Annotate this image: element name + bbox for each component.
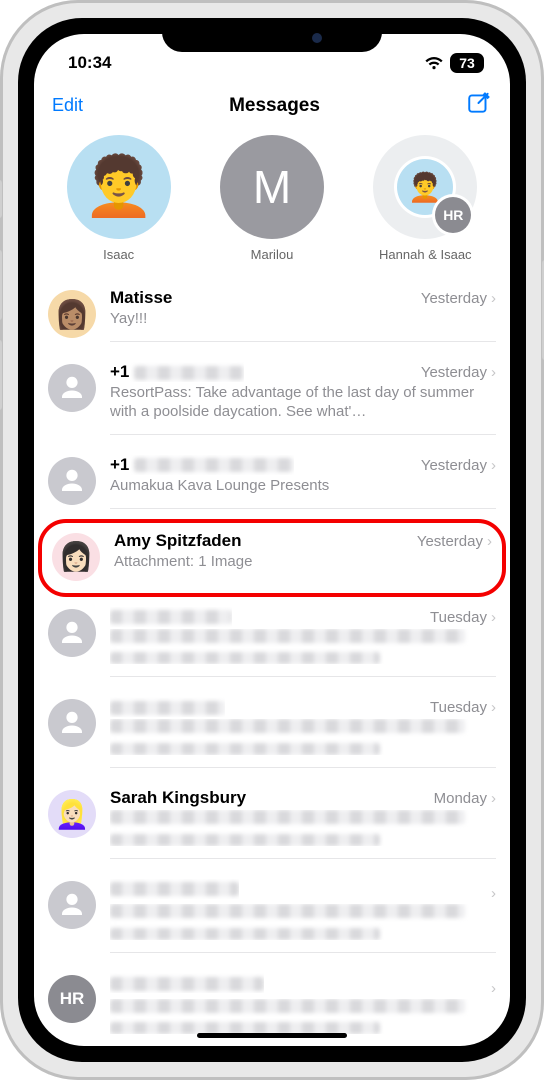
conversation-name: +1 [110,455,294,475]
conversation-preview [110,719,496,755]
chevron-right-icon: › [491,885,496,902]
conversation-avatar: HR [48,975,96,1023]
chevron-right-icon: › [491,457,496,474]
pinned-row: 🧑‍🦱 Isaac M Marilou 🧑‍🦱 HR Hannah & Isaa… [34,131,510,278]
pinned-avatar: 🧑‍🦱 [67,135,171,239]
battery-indicator: 73 [450,53,484,73]
conversation-preview [110,629,496,665]
conversation-preview [110,810,496,846]
status-time: 10:34 [68,53,111,73]
memoji-icon: 👩🏽 [55,298,90,331]
chevron-right-icon: › [491,980,496,997]
pinned-label: Isaac [103,247,134,262]
volume-up-button [0,250,2,320]
device-bezel: 10:34 73 Edit Messages [18,18,526,1062]
mute-switch [0,180,2,218]
chevron-right-icon: › [491,290,496,307]
pinned-contact-group[interactable]: 🧑‍🦱 HR Hannah & Isaac [355,135,495,262]
conversation-list[interactable]: 👩🏽 Matisse Yesterday› Yay!!! +1 Yesterday› Re… [34,278,510,1046]
conversation-time: Monday› [434,790,496,807]
conversation-content: Matisse Yesterday› Yay!!! [110,288,496,342]
conversation-name [110,607,232,627]
conversation-content: +1 Yesterday› Aumakua Kava Lounge Present… [110,455,496,509]
group-badge: HR [435,197,471,233]
pinned-label: Hannah & Isaac [379,247,472,262]
conversation-preview [110,904,496,940]
conversation-content: › [110,879,496,953]
chevron-right-icon: › [491,609,496,626]
pinned-avatar: M [220,135,324,239]
conversation-time: Tuesday› [430,699,496,716]
conversation-content: Tuesday› [110,607,496,678]
conversation-avatar [48,457,96,505]
pinned-contact-marilou[interactable]: M Marilou [202,135,342,262]
memoji-icon: 🧑‍🦱 [83,158,155,216]
conversation-name [110,879,239,899]
conversation-preview: Yay!!! [110,310,496,329]
chevron-right-icon: › [487,533,492,550]
conversation-name: Matisse [110,288,172,308]
conversation-name: Sarah Kingsbury [110,788,246,808]
memoji-icon: 👱🏻‍♀️ [55,798,90,831]
conversation-row[interactable]: +1 Yesterday› Aumakua Kava Lounge Present… [34,445,510,519]
home-indicator[interactable] [197,1033,347,1038]
conversation-preview: ResortPass: Take advantage of the last d… [110,384,496,422]
chevron-right-icon: › [491,364,496,381]
nav-header: Edit Messages [34,82,510,131]
conversation-name [110,697,225,717]
conversation-row[interactable]: Tuesday› [34,597,510,688]
conversation-time: Yesterday› [421,364,496,381]
conversation-content: Tuesday› [110,697,496,768]
pinned-avatar: 🧑‍🦱 HR [373,135,477,239]
conversation-time: Yesterday› [421,290,496,307]
pinned-initial: M [253,160,291,214]
conversation-name: Amy Spitzfaden [114,531,242,551]
page-title: Messages [229,95,320,117]
conversation-content: Amy Spitzfaden Yesterday› Attachment: 1 Im… [114,531,492,585]
conversation-row[interactable]: Tuesday› [34,687,510,778]
device-frame: 10:34 73 Edit Messages [0,0,544,1080]
notch [162,18,382,52]
conversation-content: +1 Yesterday› ResortPass: Take advantage … [110,362,496,435]
conversation-time: Tuesday› [430,609,496,626]
compose-button[interactable] [466,90,492,121]
conversation-row[interactable]: 👱🏻‍♀️ Sarah Kingsbury Monday› [34,778,510,869]
wifi-icon [424,56,444,71]
conversation-row[interactable]: › [34,869,510,963]
conversation-avatar [48,364,96,412]
pinned-label: Marilou [251,247,294,262]
conversation-row[interactable]: +1 Yesterday› ResortPass: Take advantage … [34,352,510,445]
conversation-avatar [48,609,96,657]
conversation-row[interactable]: 👩🏽 Matisse Yesterday› Yay!!! [34,278,510,352]
compose-icon [466,90,492,116]
conversation-name [110,973,264,993]
conversation-name: +1 [110,362,244,382]
conversation-content: Sarah Kingsbury Monday› [110,788,496,859]
chevron-right-icon: › [491,699,496,716]
conversation-avatar: 👩🏻 [52,533,100,581]
conversation-time: › [487,885,496,902]
conversation-preview: Attachment: 1 Image [114,553,492,572]
chevron-right-icon: › [491,790,496,807]
conversation-time: Yesterday› [421,457,496,474]
conversation-time: › [487,980,496,997]
edit-button[interactable]: Edit [52,95,83,116]
pinned-contact-isaac[interactable]: 🧑‍🦱 Isaac [49,135,189,262]
conversation-time: Yesterday› [417,533,492,550]
conversation-preview: Aumakua Kava Lounge Presents [110,477,496,496]
conversation-avatar [48,881,96,929]
conversation-avatar: 👱🏻‍♀️ [48,790,96,838]
conversation-preview [110,999,496,1035]
memoji-icon: 👩🏻 [59,540,94,573]
conversation-row[interactable]: 👩🏻 Amy Spitzfaden Yesterday› Attachment: 1 … [38,519,506,597]
screen: 10:34 73 Edit Messages [34,34,510,1046]
conversation-avatar: 👩🏽 [48,290,96,338]
conversation-avatar [48,699,96,747]
volume-down-button [0,340,2,410]
